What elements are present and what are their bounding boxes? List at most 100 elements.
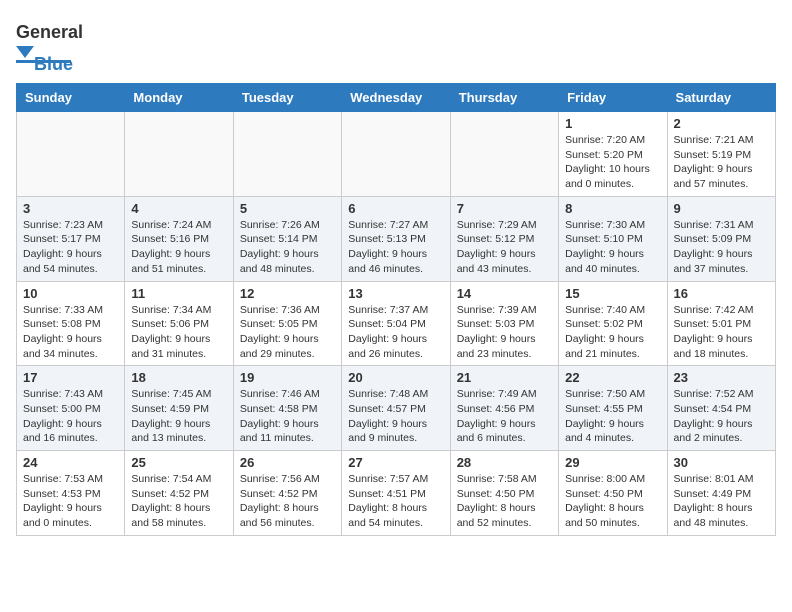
calendar-day-cell: 18 Sunrise: 7:45 AMSunset: 4:59 PMDayligh… [125,366,233,451]
calendar-week-row: 1 Sunrise: 7:20 AMSunset: 5:20 PMDaylight… [17,112,776,197]
day-number: 10 [23,286,118,301]
calendar-day-cell: 30 Sunrise: 8:01 AMSunset: 4:49 PMDayligh… [667,451,775,536]
calendar-day-cell [233,112,341,197]
day-info: Sunrise: 7:29 AMSunset: 5:12 PMDaylight:… [457,218,552,277]
day-info: Sunrise: 8:01 AMSunset: 4:49 PMDaylight:… [674,472,769,531]
day-info: Sunrise: 7:49 AMSunset: 4:56 PMDaylight:… [457,387,552,446]
svg-text:Blue: Blue [34,54,73,71]
calendar-day-cell [17,112,125,197]
day-number: 23 [674,370,769,385]
calendar-week-row: 3Sunrise: 7:23 AMSunset: 5:17 PMDaylight… [17,196,776,281]
calendar-table: SundayMondayTuesdayWednesdayThursdayFrid… [16,83,776,536]
day-number: 5 [240,201,335,216]
day-number: 24 [23,455,118,470]
day-info: Sunrise: 7:43 AMSunset: 5:00 PMDaylight:… [23,387,118,446]
calendar-day-cell: 4Sunrise: 7:24 AMSunset: 5:16 PMDaylight… [125,196,233,281]
logo: General Blue [16,16,106,71]
day-number: 18 [131,370,226,385]
calendar-day-cell: 7 Sunrise: 7:29 AMSunset: 5:12 PMDaylight… [450,196,558,281]
calendar-day-cell: 6 Sunrise: 7:27 AMSunset: 5:13 PMDaylight… [342,196,450,281]
calendar-day-cell: 2 Sunrise: 7:21 AMSunset: 5:19 PMDaylight… [667,112,775,197]
day-info: Sunrise: 7:50 AMSunset: 4:55 PMDaylight:… [565,387,660,446]
day-number: 21 [457,370,552,385]
day-info: Sunrise: 7:27 AMSunset: 5:13 PMDaylight:… [348,218,443,277]
calendar-week-row: 24 Sunrise: 7:53 AMSunset: 4:53 PMDayligh… [17,451,776,536]
day-number: 28 [457,455,552,470]
day-number: 2 [674,116,769,131]
day-info: Sunrise: 7:21 AMSunset: 5:19 PMDaylight:… [674,133,769,192]
page-header: General Blue [16,16,776,71]
day-info: Sunrise: 7:20 AMSunset: 5:20 PMDaylight:… [565,133,660,192]
calendar-day-cell: 20 Sunrise: 7:48 AMSunset: 4:57 PMDayligh… [342,366,450,451]
day-info: Sunrise: 7:56 AMSunset: 4:52 PMDaylight:… [240,472,335,531]
weekday-header-sunday: Sunday [17,84,125,112]
calendar-day-cell: 28 Sunrise: 7:58 AMSunset: 4:50 PMDayligh… [450,451,558,536]
svg-text:General: General [16,22,83,42]
calendar-day-cell: 16 Sunrise: 7:42 AMSunset: 5:01 PMDayligh… [667,281,775,366]
day-number: 8 [565,201,660,216]
calendar-day-cell [125,112,233,197]
day-number: 12 [240,286,335,301]
day-number: 11 [131,286,226,301]
weekday-header-monday: Monday [125,84,233,112]
day-info: Sunrise: 7:37 AMSunset: 5:04 PMDaylight:… [348,303,443,362]
day-number: 25 [131,455,226,470]
logo-svg: General Blue [16,16,106,71]
day-info: Sunrise: 7:34 AMSunset: 5:06 PMDaylight:… [131,303,226,362]
calendar-day-cell: 17Sunrise: 7:43 AMSunset: 5:00 PMDayligh… [17,366,125,451]
calendar-day-cell: 21 Sunrise: 7:49 AMSunset: 4:56 PMDayligh… [450,366,558,451]
day-info: Sunrise: 7:54 AMSunset: 4:52 PMDaylight:… [131,472,226,531]
weekday-header-wednesday: Wednesday [342,84,450,112]
calendar-day-cell: 5 Sunrise: 7:26 AMSunset: 5:14 PMDaylight… [233,196,341,281]
weekday-header-row: SundayMondayTuesdayWednesdayThursdayFrid… [17,84,776,112]
day-info: Sunrise: 7:53 AMSunset: 4:53 PMDaylight:… [23,472,118,531]
day-info: Sunrise: 7:52 AMSunset: 4:54 PMDaylight:… [674,387,769,446]
weekday-header-friday: Friday [559,84,667,112]
day-number: 1 [565,116,660,131]
calendar-day-cell: 29 Sunrise: 8:00 AMSunset: 4:50 PMDayligh… [559,451,667,536]
day-number: 29 [565,455,660,470]
day-number: 15 [565,286,660,301]
calendar-day-cell: 12 Sunrise: 7:36 AMSunset: 5:05 PMDayligh… [233,281,341,366]
calendar-week-row: 10 Sunrise: 7:33 AMSunset: 5:08 PMDayligh… [17,281,776,366]
day-number: 3 [23,201,118,216]
calendar-day-cell: 1 Sunrise: 7:20 AMSunset: 5:20 PMDaylight… [559,112,667,197]
day-info: Sunrise: 7:40 AMSunset: 5:02 PMDaylight:… [565,303,660,362]
day-info: Sunrise: 7:48 AMSunset: 4:57 PMDaylight:… [348,387,443,446]
day-number: 30 [674,455,769,470]
day-number: 22 [565,370,660,385]
weekday-header-tuesday: Tuesday [233,84,341,112]
day-number: 14 [457,286,552,301]
calendar-day-cell: 25 Sunrise: 7:54 AMSunset: 4:52 PMDayligh… [125,451,233,536]
calendar-day-cell [342,112,450,197]
day-info: Sunrise: 7:58 AMSunset: 4:50 PMDaylight:… [457,472,552,531]
day-number: 19 [240,370,335,385]
weekday-header-thursday: Thursday [450,84,558,112]
day-info: Sunrise: 7:42 AMSunset: 5:01 PMDaylight:… [674,303,769,362]
day-info: Sunrise: 8:00 AMSunset: 4:50 PMDaylight:… [565,472,660,531]
day-number: 27 [348,455,443,470]
day-info: Sunrise: 7:30 AMSunset: 5:10 PMDaylight:… [565,218,660,277]
calendar-day-cell: 19Sunrise: 7:46 AMSunset: 4:58 PMDayligh… [233,366,341,451]
day-number: 7 [457,201,552,216]
day-info: Sunrise: 7:36 AMSunset: 5:05 PMDaylight:… [240,303,335,362]
calendar-week-row: 17Sunrise: 7:43 AMSunset: 5:00 PMDayligh… [17,366,776,451]
day-info: Sunrise: 7:39 AMSunset: 5:03 PMDaylight:… [457,303,552,362]
calendar-day-cell: 27 Sunrise: 7:57 AMSunset: 4:51 PMDayligh… [342,451,450,536]
day-info: Sunrise: 7:31 AMSunset: 5:09 PMDaylight:… [674,218,769,277]
day-info: Sunrise: 7:45 AMSunset: 4:59 PMDaylight:… [131,387,226,446]
day-info: Sunrise: 7:24 AMSunset: 5:16 PMDaylight:… [131,218,226,277]
day-info: Sunrise: 7:57 AMSunset: 4:51 PMDaylight:… [348,472,443,531]
day-number: 16 [674,286,769,301]
day-info: Sunrise: 7:26 AMSunset: 5:14 PMDaylight:… [240,218,335,277]
calendar-day-cell: 11 Sunrise: 7:34 AMSunset: 5:06 PMDayligh… [125,281,233,366]
weekday-header-saturday: Saturday [667,84,775,112]
calendar-day-cell: 26 Sunrise: 7:56 AMSunset: 4:52 PMDayligh… [233,451,341,536]
calendar-day-cell: 10 Sunrise: 7:33 AMSunset: 5:08 PMDayligh… [17,281,125,366]
day-number: 13 [348,286,443,301]
calendar-day-cell: 13 Sunrise: 7:37 AMSunset: 5:04 PMDayligh… [342,281,450,366]
day-number: 20 [348,370,443,385]
day-number: 6 [348,201,443,216]
day-number: 26 [240,455,335,470]
day-info: Sunrise: 7:33 AMSunset: 5:08 PMDaylight:… [23,303,118,362]
